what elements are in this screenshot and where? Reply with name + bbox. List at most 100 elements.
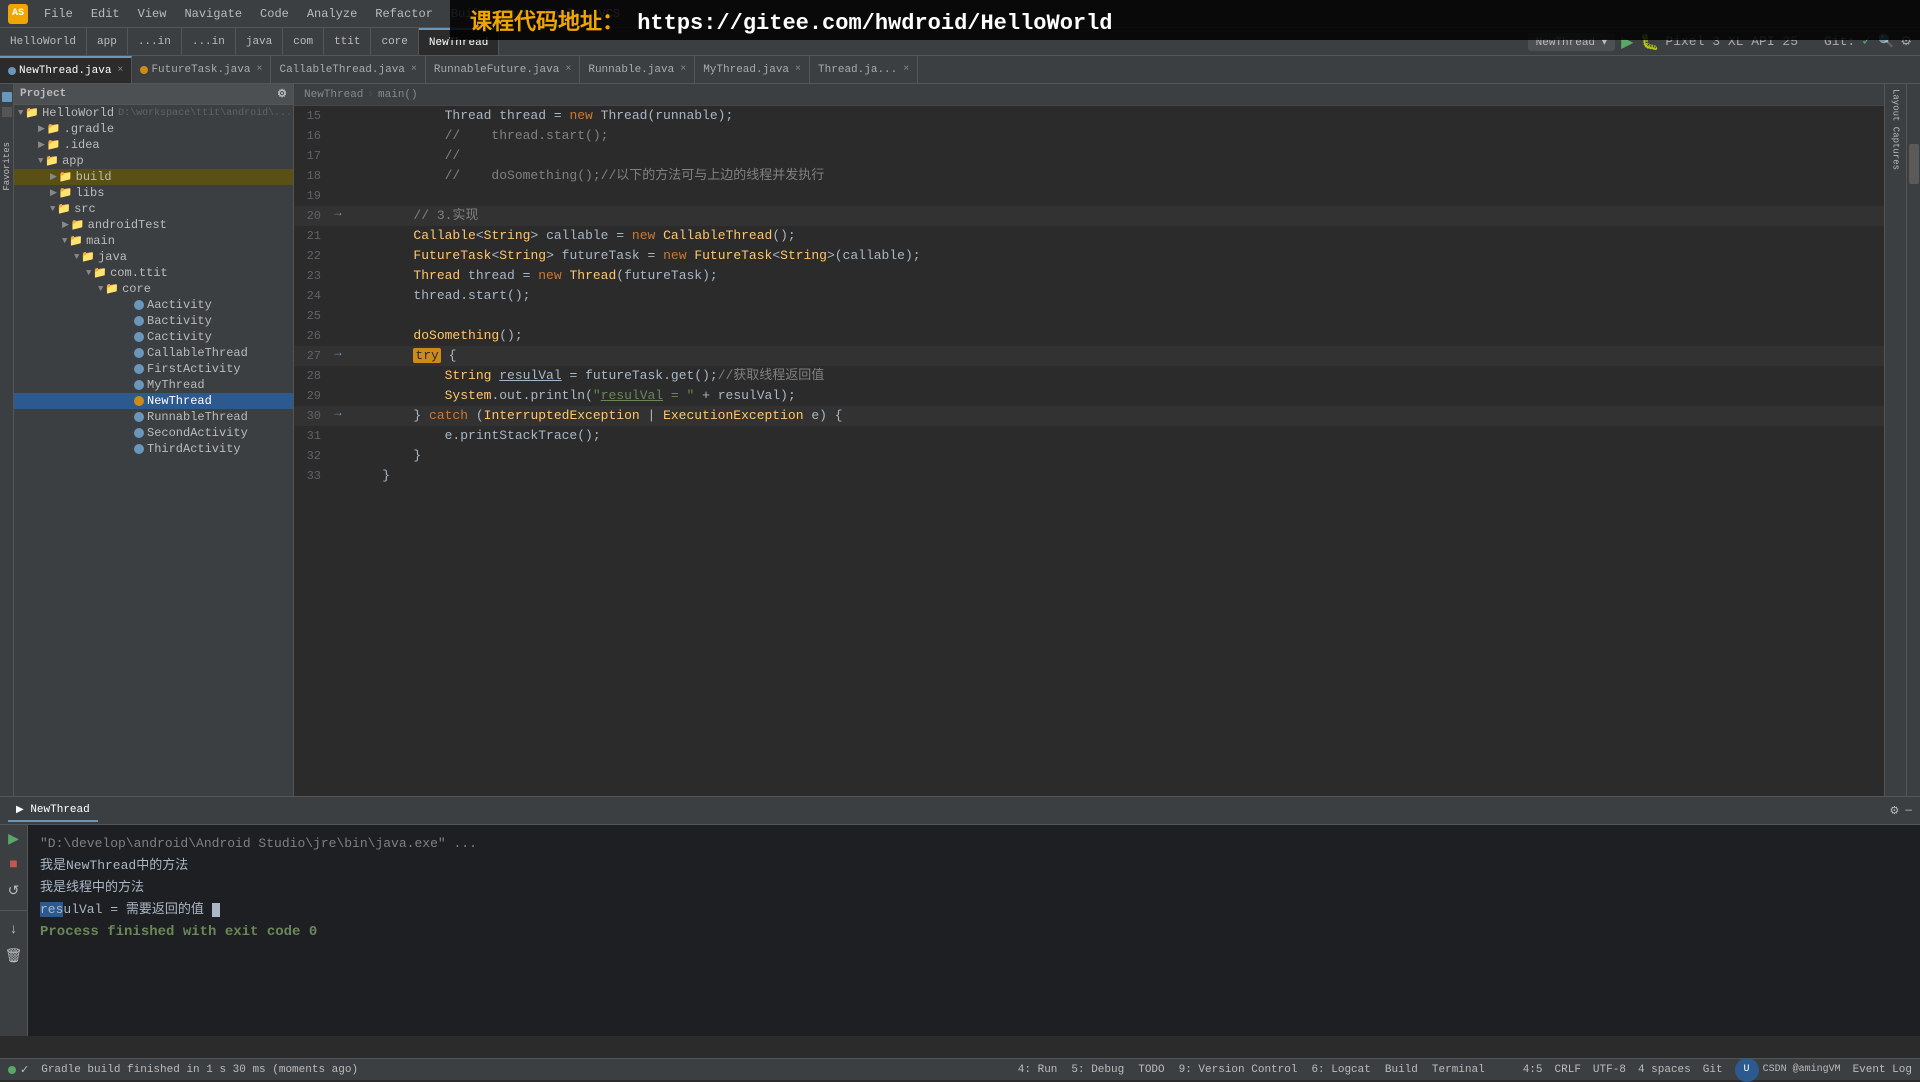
close-icon[interactable]: × — [680, 64, 686, 75]
tree-item-idea[interactable]: ▶ 📁 .idea — [14, 137, 293, 153]
folder-icon: 📁 — [81, 250, 95, 264]
code-editor[interactable]: 15 Thread thread = new Thread(runnable);… — [294, 106, 1884, 796]
tree-item-src[interactable]: ▼ 📁 src — [14, 201, 293, 217]
close-icon[interactable]: × — [411, 64, 417, 75]
folder-icon: 📁 — [93, 266, 107, 280]
status-indicator-icon — [8, 1066, 16, 1074]
run-content-area: ▶ ■ ↺ ↓ 🗑 "D:\develop\android\Android St… — [0, 825, 1920, 1036]
scrollbar-thumb[interactable] — [1909, 144, 1919, 184]
terminal-tab-btn[interactable]: Terminal — [1426, 1062, 1491, 1078]
favorites-label[interactable]: Favorites — [2, 142, 12, 191]
run-tab[interactable]: ▶ NewThread — [8, 800, 98, 822]
tree-item-callablethread[interactable]: CallableThread — [14, 345, 293, 361]
file-tab-futuretask[interactable]: FutureTask.java × — [132, 56, 271, 84]
file-tab-mythread[interactable]: MyThread.java × — [695, 56, 810, 84]
logcat-tab-btn[interactable]: 6: Logcat — [1305, 1062, 1376, 1078]
nav-tab-core[interactable]: core — [371, 28, 418, 56]
tree-item-comttit[interactable]: ▼ 📁 com.ttit — [14, 265, 293, 281]
scroll-end-button[interactable]: ↓ — [4, 920, 24, 940]
expand-icon: ▶ — [50, 172, 57, 182]
file-tab-thread[interactable]: Thread.ja... × — [810, 56, 918, 84]
left-strip-item[interactable] — [2, 92, 12, 102]
menu-view[interactable]: View — [130, 5, 175, 23]
tree-item-main[interactable]: ▼ 📁 main — [14, 233, 293, 249]
menu-file[interactable]: File — [36, 5, 81, 23]
menu-edit[interactable]: Edit — [83, 5, 128, 23]
cursor-highlight: res — [40, 902, 63, 917]
code-line-18: 18 // doSomething();//以下的方法可与上边的线程并发执行 — [294, 166, 1884, 186]
run-rerun-button[interactable]: ↺ — [4, 881, 24, 901]
code-line-17: 17 // — [294, 146, 1884, 166]
nav-tab-app[interactable]: app — [87, 28, 128, 56]
event-log-btn[interactable]: Event Log — [1853, 1064, 1912, 1076]
tree-item-gradle[interactable]: ▶ 📁 .gradle — [14, 121, 293, 137]
code-line-30: 30 → } catch (InterruptedException | Exe… — [294, 406, 1884, 426]
run-stop-button[interactable]: ■ — [4, 855, 24, 875]
tree-item-androidtest[interactable]: ▶ 📁 androidTest — [14, 217, 293, 233]
bottom-tabs: 4: Run 5: Debug TODO 9: Version Control … — [1012, 1062, 1491, 1078]
code-line-26: 26 doSomething(); — [294, 326, 1884, 346]
run-command-line: "D:\develop\android\Android Studio\jre\b… — [40, 833, 1908, 855]
run-header-right: ⚙ — — [1890, 804, 1912, 818]
tree-item-runnablethread[interactable]: RunnableThread — [14, 409, 293, 425]
build-tab-btn[interactable]: Build — [1379, 1062, 1424, 1078]
run-output-2: 我是线程中的方法 — [40, 877, 1908, 899]
status-gradle: Gradle build finished in 1 s 30 ms (mome… — [41, 1064, 358, 1076]
tree-item-newthread[interactable]: NewThread — [14, 393, 293, 409]
close-icon[interactable]: × — [256, 64, 262, 75]
file-tab-indicator — [140, 66, 148, 74]
nav-tab-in2[interactable]: ...in — [182, 28, 236, 56]
tree-item-bactivity[interactable]: Bactivity — [14, 313, 293, 329]
menu-analyze[interactable]: Analyze — [299, 5, 365, 23]
nav-tab-helloworld[interactable]: HelloWorld — [0, 28, 87, 56]
menu-navigate[interactable]: Navigate — [176, 5, 250, 23]
tree-item-app[interactable]: ▼ 📁 app — [14, 153, 293, 169]
nav-tab-ttit[interactable]: ttit — [324, 28, 371, 56]
clear-button[interactable]: 🗑 — [4, 946, 24, 966]
todo-tab-btn[interactable]: TODO — [1132, 1062, 1170, 1078]
tree-item-build[interactable]: ▶ 📁 build — [14, 169, 293, 185]
tree-settings-icon[interactable]: ⚙ — [277, 87, 287, 101]
code-line-27: 27 → try { — [294, 346, 1884, 366]
run-tab-btn[interactable]: 4: Run — [1012, 1062, 1064, 1078]
version-tab-btn[interactable]: 9: Version Control — [1173, 1062, 1304, 1078]
menu-code[interactable]: Code — [252, 5, 297, 23]
scrollbar[interactable] — [1906, 84, 1920, 796]
tree-item-aactivity[interactable]: Aactivity — [14, 297, 293, 313]
close-icon[interactable]: × — [903, 64, 909, 75]
app-logo: AS — [8, 4, 28, 24]
minimize-icon[interactable]: — — [1905, 805, 1912, 817]
captures-strip: Layout Captures — [1884, 84, 1906, 796]
left-strip-item[interactable] — [2, 107, 12, 117]
tree-item-cactivity[interactable]: Cactivity — [14, 329, 293, 345]
file-tab-callablethread[interactable]: CallableThread.java × — [271, 56, 425, 84]
captures-label[interactable]: Layout Captures — [1891, 89, 1901, 170]
file-tab-runnable[interactable]: Runnable.java × — [580, 56, 695, 84]
debug-tab-btn[interactable]: 5: Debug — [1065, 1062, 1130, 1078]
nav-tab-com[interactable]: com — [283, 28, 324, 56]
file-tab-newthread[interactable]: NewThread.java × — [0, 56, 132, 84]
run-console[interactable]: "D:\develop\android\Android Studio\jre\b… — [28, 825, 1920, 1036]
run-play-button[interactable]: ▶ — [4, 829, 24, 849]
tree-item-firstactivity[interactable]: FirstActivity — [14, 361, 293, 377]
settings-icon[interactable]: ⚙ — [1890, 804, 1900, 818]
tree-item-secondactivity[interactable]: SecondActivity — [14, 425, 293, 441]
nav-tab-in1[interactable]: ...in — [128, 28, 182, 56]
tree-item-java[interactable]: ▼ 📁 java — [14, 249, 293, 265]
close-icon[interactable]: × — [795, 64, 801, 75]
java-icon — [134, 316, 144, 326]
course-banner-text: 课程代码地址： https://gitee.com/hwdroid/HelloW… — [470, 4, 1113, 36]
file-tab-runnablefuture[interactable]: RunnableFuture.java × — [426, 56, 580, 84]
tree-item-thirdactivity[interactable]: ThirdActivity — [14, 441, 293, 457]
tree-item-libs[interactable]: ▶ 📁 libs — [14, 185, 293, 201]
tree-item-mythread[interactable]: MyThread — [14, 377, 293, 393]
close-icon[interactable]: × — [565, 64, 571, 75]
tree-item-core[interactable]: ▼ 📁 core — [14, 281, 293, 297]
close-icon[interactable]: × — [117, 65, 123, 76]
code-line-28: 28 String resulVal = futureTask.get();//… — [294, 366, 1884, 386]
status-line-sep: CRLF — [1555, 1064, 1581, 1076]
menu-refactor[interactable]: Refactor — [367, 5, 441, 23]
tree-item-helloworld[interactable]: ▼ 📁 HelloWorld D:\workspace\ttit\android… — [14, 105, 293, 121]
nav-tab-java[interactable]: java — [236, 28, 283, 56]
expand-icon: ▼ — [38, 156, 43, 166]
